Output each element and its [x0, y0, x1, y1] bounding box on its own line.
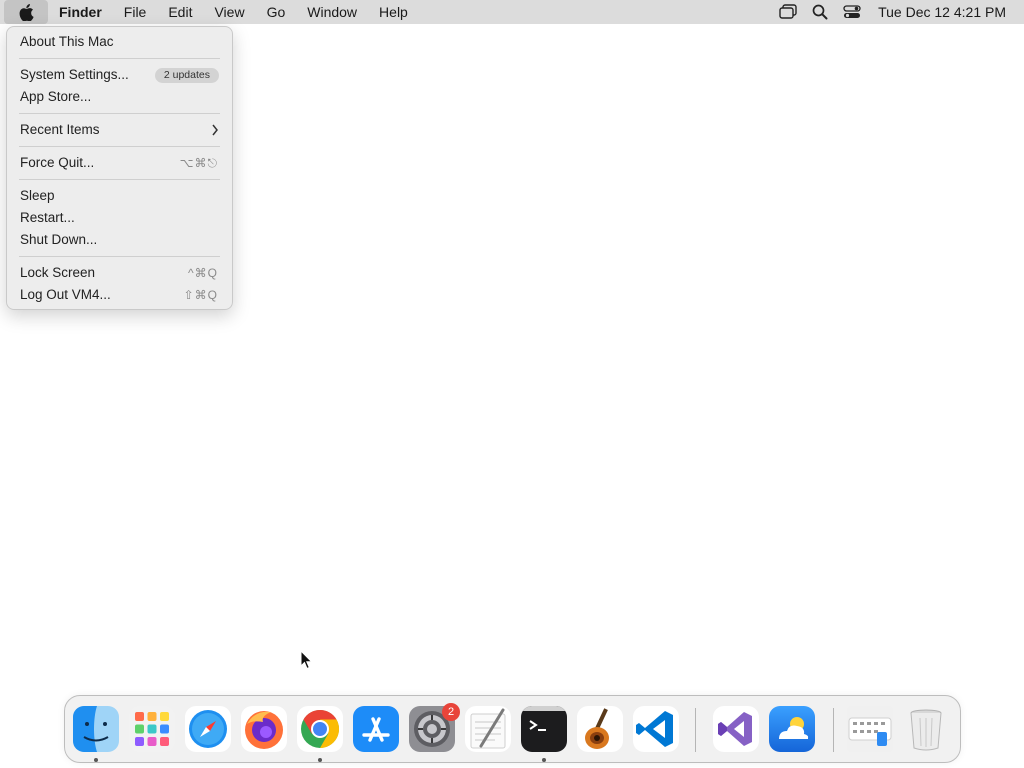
menu-item-about-this-mac[interactable]: About This Mac — [7, 31, 232, 53]
garageband-icon[interactable] — [577, 706, 623, 752]
menu-item-shut-down[interactable]: Shut Down... — [7, 229, 232, 251]
firefox-icon[interactable] — [241, 706, 287, 752]
menu-go[interactable]: Go — [256, 0, 297, 24]
shut-down-label: Shut Down... — [20, 232, 98, 247]
sleep-label: Sleep — [20, 188, 55, 203]
visual-studio-icon[interactable] — [713, 706, 759, 752]
updates-badge: 2 updates — [154, 68, 219, 83]
force-quit-shortcut: ⌥⌘⎋ — [179, 156, 218, 170]
app-store-label: App Store... — [20, 89, 92, 104]
apple-logo-icon — [19, 3, 34, 21]
lock-screen-label: Lock Screen — [20, 265, 96, 280]
force-quit-label: Force Quit... — [20, 155, 95, 170]
spotlight-search-icon[interactable] — [804, 0, 836, 24]
menu-item-sleep[interactable]: Sleep — [7, 185, 232, 207]
mouse-pointer-icon — [300, 649, 314, 675]
menu-separator — [19, 58, 220, 59]
apple-menu-dropdown: About This Mac System Settings... 2 upda… — [6, 26, 233, 310]
control-center-icon[interactable] — [836, 0, 868, 24]
running-indicator — [318, 758, 322, 762]
menu-view[interactable]: View — [203, 0, 255, 24]
textedit-icon[interactable] — [465, 706, 511, 752]
finder-icon[interactable] — [73, 706, 119, 752]
dock: 2 — [64, 695, 961, 763]
menu-separator — [19, 179, 220, 180]
vscode-icon[interactable] — [633, 706, 679, 752]
safari-icon[interactable] — [185, 706, 231, 752]
lock-screen-shortcut: ^⌘Q — [188, 266, 218, 280]
menu-item-app-store[interactable]: App Store... — [7, 86, 232, 108]
about-this-mac-label: About This Mac — [20, 34, 114, 49]
system-settings-label: System Settings... — [20, 67, 129, 82]
chevron-right-icon — [211, 119, 219, 148]
dock-divider — [695, 708, 696, 752]
menu-item-lock-screen[interactable]: Lock Screen ^⌘Q — [7, 262, 232, 284]
log-out-shortcut: ⇧⌘Q — [183, 288, 218, 302]
menu-bar: Finder File Edit View Go Window Help Tue… — [0, 0, 1024, 24]
restart-label: Restart... — [20, 210, 75, 225]
menu-item-force-quit[interactable]: Force Quit... ⌥⌘⎋ — [7, 152, 232, 174]
menu-separator — [19, 146, 220, 147]
menu-item-restart[interactable]: Restart... — [7, 207, 232, 229]
menu-separator — [19, 113, 220, 114]
screen-mirroring-icon[interactable] — [772, 0, 804, 24]
chrome-icon[interactable] — [297, 706, 343, 752]
apple-menu-button[interactable] — [4, 0, 48, 24]
menu-finder[interactable]: Finder — [48, 0, 113, 24]
menu-help[interactable]: Help — [368, 0, 419, 24]
menu-window[interactable]: Window — [296, 0, 368, 24]
running-indicator — [542, 758, 546, 762]
notification-badge: 2 — [442, 703, 460, 721]
trash-icon[interactable] — [903, 706, 949, 752]
downloads-stack-icon[interactable] — [847, 706, 893, 752]
app-store-icon[interactable] — [353, 706, 399, 752]
menu-separator — [19, 256, 220, 257]
log-out-label: Log Out VM4... — [20, 287, 111, 302]
launchpad-icon[interactable] — [129, 706, 175, 752]
weather-icon[interactable] — [769, 706, 815, 752]
menu-edit[interactable]: Edit — [157, 0, 203, 24]
terminal-icon[interactable] — [521, 706, 567, 752]
menu-item-recent-items[interactable]: Recent Items — [7, 119, 232, 141]
menu-item-log-out[interactable]: Log Out VM4... ⇧⌘Q — [7, 284, 232, 306]
running-indicator — [94, 758, 98, 762]
menubar-clock[interactable]: Tue Dec 12 4:21 PM — [868, 4, 1024, 20]
dock-divider — [833, 708, 834, 752]
menu-file[interactable]: File — [113, 0, 158, 24]
menu-item-system-settings[interactable]: System Settings... 2 updates — [7, 64, 232, 86]
recent-items-label: Recent Items — [20, 122, 100, 137]
